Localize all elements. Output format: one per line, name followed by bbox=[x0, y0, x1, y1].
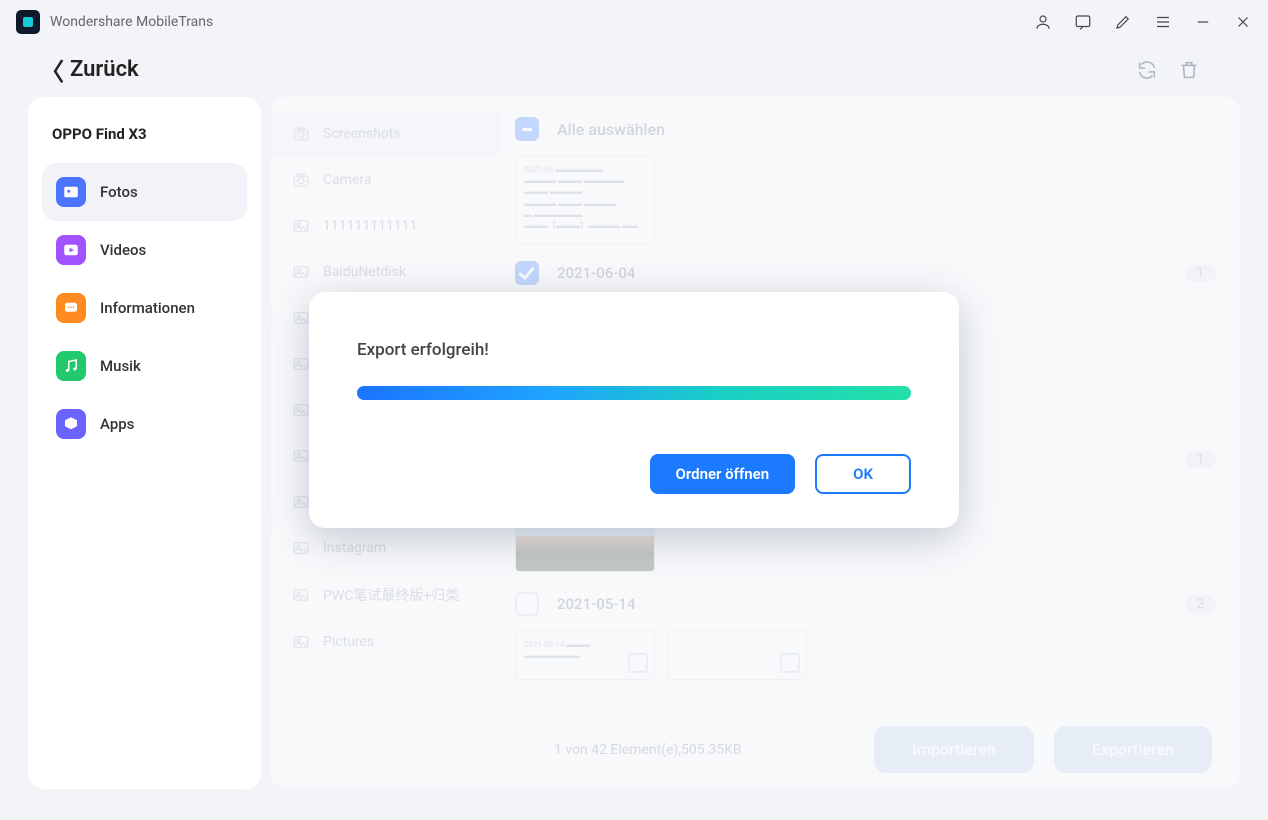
image-icon bbox=[291, 633, 311, 651]
dialog-title: Export erfolgreih! bbox=[357, 340, 911, 360]
camera-icon bbox=[291, 171, 311, 189]
image-icon bbox=[291, 447, 311, 465]
titlebar: Wondershare MobileTrans bbox=[0, 0, 1268, 44]
sidebar-item-label: Informationen bbox=[100, 299, 195, 317]
close-icon[interactable] bbox=[1234, 13, 1252, 31]
camera-icon bbox=[291, 125, 311, 143]
folder-label: BaiduNetdisk bbox=[323, 264, 406, 280]
bottom-bar: 1 von 42 Element(e),505.35KB Importieren… bbox=[501, 710, 1240, 789]
select-all-label: Alle auswählen bbox=[557, 120, 665, 139]
chat-icon[interactable] bbox=[1074, 13, 1092, 31]
sidebar-item-videos[interactable]: Videos bbox=[42, 221, 247, 279]
back-row: 〈 Zurück bbox=[0, 44, 1268, 97]
video-icon bbox=[56, 235, 86, 265]
thumb-checkbox[interactable] bbox=[628, 653, 648, 673]
group-count: 1 bbox=[1185, 265, 1216, 282]
group-checkbox[interactable] bbox=[515, 592, 539, 616]
back-label: Zurück bbox=[70, 57, 139, 82]
group-date: 2021-05-14 bbox=[557, 595, 635, 613]
folder-item[interactable]: Screenshots bbox=[271, 111, 501, 157]
sidebar-item-info[interactable]: Informationen bbox=[42, 279, 247, 337]
image-icon bbox=[291, 539, 311, 557]
apps-icon bbox=[56, 409, 86, 439]
music-icon bbox=[56, 351, 86, 381]
thumb-checkbox[interactable] bbox=[780, 653, 800, 673]
image-icon bbox=[291, 309, 311, 327]
folder-label: Instagram bbox=[323, 540, 386, 556]
edit-icon[interactable] bbox=[1114, 13, 1132, 31]
group-date: 2021-06-04 bbox=[557, 264, 635, 282]
folder-item[interactable]: Camera bbox=[271, 157, 501, 203]
refresh-icon[interactable] bbox=[1136, 59, 1158, 81]
select-all-checkbox[interactable] bbox=[515, 117, 539, 141]
folder-label: Pictures bbox=[323, 634, 374, 650]
group-count: 2 bbox=[1185, 596, 1216, 613]
folder-item[interactable]: PWC笔试最终版+归类 bbox=[271, 571, 501, 619]
thumbnail[interactable]: 2021-06 ▬▬▬▬▬▬▬▬▬▬ ▬▬▬ ▬▬▬▬▬▬▬▬ ▬▬▬▬▬▬▬▬… bbox=[515, 155, 655, 245]
folder-label: 111111111111 bbox=[323, 218, 417, 234]
sidebar-item-label: Musik bbox=[100, 357, 141, 375]
image-icon bbox=[291, 217, 311, 235]
photo-icon bbox=[56, 177, 86, 207]
folder-item[interactable]: Pictures bbox=[271, 619, 501, 665]
thumbnail[interactable]: 2021-05-14 ▬▬▬▬▬▬▬▬▬▬ bbox=[515, 630, 655, 680]
image-icon bbox=[291, 493, 311, 511]
thumbnail[interactable] bbox=[667, 630, 807, 680]
progress-bar bbox=[357, 386, 911, 400]
ok-button[interactable]: OK bbox=[815, 454, 911, 494]
group-count: 1 bbox=[1185, 451, 1216, 468]
image-icon bbox=[291, 586, 311, 604]
trash-icon[interactable] bbox=[1178, 59, 1200, 81]
export-button[interactable]: Exportieren bbox=[1054, 726, 1212, 773]
folder-item[interactable]: BaiduNetdisk bbox=[271, 249, 501, 295]
sidebar-item-apps[interactable]: Apps bbox=[42, 395, 247, 453]
folder-item[interactable]: Instagram bbox=[271, 525, 501, 571]
folder-label: Screenshots bbox=[323, 126, 401, 142]
device-name: OPPO Find X3 bbox=[42, 119, 247, 163]
open-folder-button[interactable]: Ordner öffnen bbox=[650, 454, 796, 494]
export-dialog: Export erfolgreih! Ordner öffnen OK bbox=[309, 292, 959, 528]
folder-item[interactable]: 111111111111 bbox=[271, 203, 501, 249]
status-text: 1 von 42 Element(e),505.35KB bbox=[554, 742, 742, 758]
menu-icon[interactable] bbox=[1154, 13, 1172, 31]
image-icon bbox=[291, 401, 311, 419]
image-icon bbox=[291, 355, 311, 373]
group-checkbox[interactable] bbox=[515, 261, 539, 285]
sidebar-item-musik[interactable]: Musik bbox=[42, 337, 247, 395]
sidebar-item-label: Fotos bbox=[100, 183, 138, 201]
user-icon[interactable] bbox=[1034, 13, 1052, 31]
import-button[interactable]: Importieren bbox=[874, 726, 1034, 773]
folder-label: PWC笔试最终版+归类 bbox=[323, 585, 459, 605]
app-icon bbox=[16, 10, 40, 34]
back-button[interactable]: 〈 Zurück bbox=[40, 52, 139, 87]
sidebar-item-label: Videos bbox=[100, 241, 146, 259]
folder-label: Camera bbox=[323, 172, 372, 188]
info-icon bbox=[56, 293, 86, 323]
sidebar-item-fotos[interactable]: Fotos bbox=[42, 163, 247, 221]
chevron-left-icon: 〈 bbox=[40, 52, 64, 87]
sidebar: OPPO Find X3 Fotos Videos Informationen … bbox=[28, 97, 261, 789]
image-icon bbox=[291, 263, 311, 281]
app-title: Wondershare MobileTrans bbox=[50, 14, 213, 30]
minimize-icon[interactable] bbox=[1194, 13, 1212, 31]
sidebar-item-label: Apps bbox=[100, 415, 134, 433]
